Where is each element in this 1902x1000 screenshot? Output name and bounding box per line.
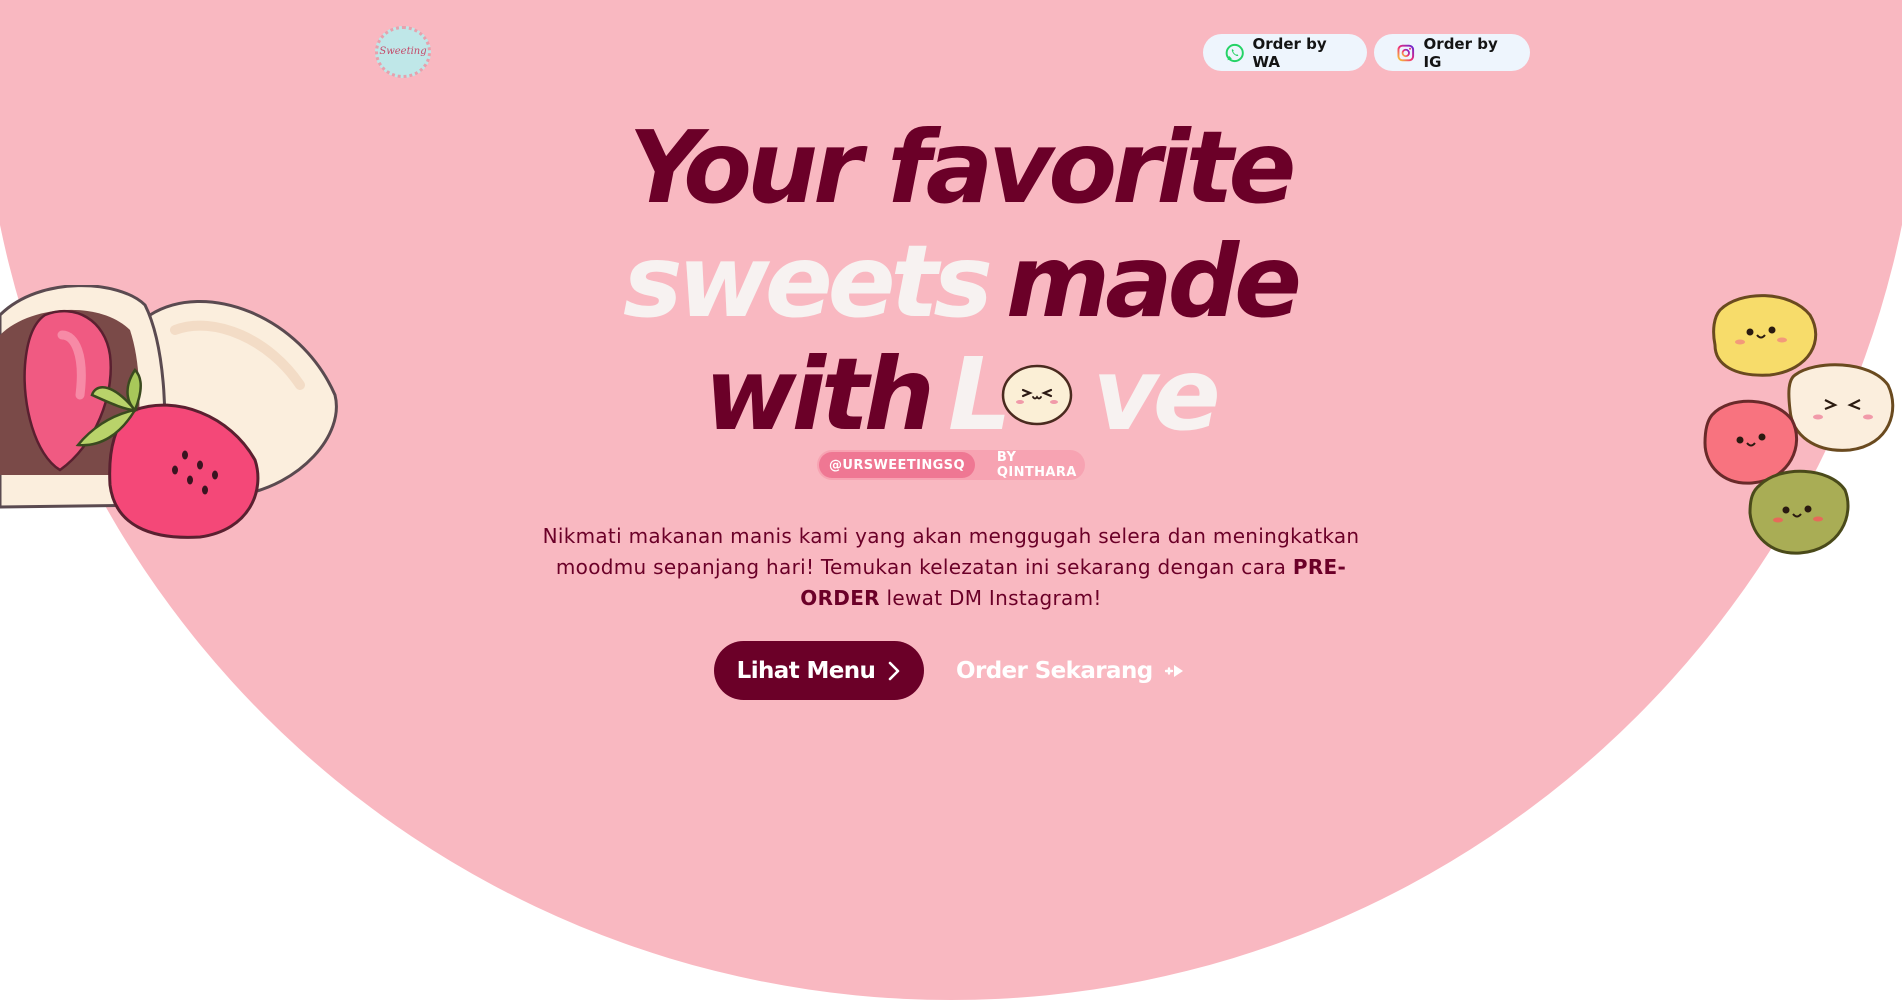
dango-mochi-illustration	[1703, 294, 1895, 555]
chevron-right-icon	[889, 661, 900, 680]
headline-with: with	[704, 336, 935, 453]
headline-line-1: Your favorite	[628, 109, 1297, 226]
headline-love-l: L	[947, 336, 1012, 453]
arrow-right-icon	[1164, 665, 1183, 677]
headline-made: made	[1005, 223, 1302, 340]
order-by-wa-label: Order by WA	[1252, 34, 1327, 71]
order-by-wa-button[interactable]: Order by WA	[1203, 34, 1367, 71]
order-sekarang-label: Order Sekarang	[956, 658, 1153, 684]
headline-sweets: sweets	[623, 223, 993, 340]
headline-love-ve: ve	[1092, 336, 1221, 453]
instagram-icon	[1397, 44, 1415, 61]
instagram-handle[interactable]: @URSWEETINGSQ	[819, 452, 975, 478]
order-sekarang-link[interactable]: Order Sekarang	[956, 655, 1185, 687]
brand-pill: @URSWEETINGSQ BY QINTHARA	[817, 450, 1085, 480]
mochi-face-icon	[1001, 364, 1073, 426]
headline-line-3: with Lve	[560, 345, 1360, 445]
whatsapp-icon	[1225, 43, 1244, 62]
byline: BY QINTHARA	[996, 450, 1077, 480]
lihat-menu-button[interactable]: Lihat Menu	[714, 641, 924, 700]
logo-text: Sweeting	[379, 46, 427, 57]
brand-logo[interactable]: Sweeting	[375, 26, 431, 78]
lihat-menu-label: Lihat Menu	[736, 657, 876, 684]
headline-line-2: sweets made	[560, 232, 1360, 332]
strawberry-daifuku-illustration	[0, 285, 338, 539]
hero-description: Nikmati makanan manis kami yang akan men…	[530, 521, 1372, 614]
description-text-1: Nikmati makanan manis kami yang akan men…	[542, 524, 1360, 579]
order-by-ig-button[interactable]: Order by IG	[1374, 34, 1530, 71]
description-text-2: lewat DM Instagram!	[879, 586, 1102, 610]
order-by-ig-label: Order by IG	[1423, 34, 1498, 71]
